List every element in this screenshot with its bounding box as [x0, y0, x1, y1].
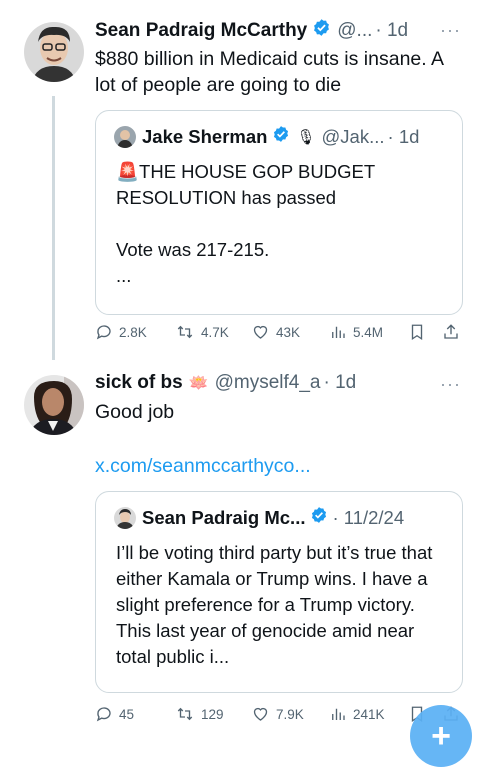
- tweet-time[interactable]: · 1d: [375, 20, 408, 42]
- reply-count: 2.8K: [119, 324, 147, 340]
- like-count: 7.9K: [276, 706, 304, 722]
- repost-count: 129: [201, 706, 224, 722]
- verified-badge-icon: [312, 18, 331, 43]
- thread-line: [52, 96, 55, 360]
- verified-badge-icon: [272, 125, 290, 148]
- tweet-header: Sean Padraig McCarthy @... · 1d: [95, 18, 408, 43]
- quoted-tweet-time: · 11/2/24: [332, 506, 405, 528]
- tweet-1[interactable]: Sean Padraig McCarthy @... · 1d ··· $880…: [0, 0, 485, 360]
- compose-button[interactable]: +: [410, 705, 472, 767]
- tweet-text: Good job: [95, 401, 175, 423]
- like-count: 43K: [276, 324, 301, 340]
- more-options-icon[interactable]: ···: [440, 374, 461, 395]
- tweet-link[interactable]: x.com/seanmccarthyco...: [95, 455, 311, 478]
- repost-button[interactable]: 129: [175, 705, 224, 723]
- quoted-author-handle: @Jak...: [321, 125, 385, 147]
- view-count: 5.4M: [353, 324, 384, 340]
- views-button[interactable]: 5.4M: [329, 323, 383, 341]
- repost-icon: [177, 325, 193, 339]
- quoted-author-avatar: [114, 125, 136, 148]
- microphone-icon: 🎙: [296, 128, 316, 146]
- quoted-author-avatar: [114, 506, 136, 529]
- quoted-tweet-text: 🚨THE HOUSE GOP BUDGET RESOLUTION has pas…: [116, 161, 375, 286]
- tweet-2[interactable]: sick of bs 🪷 @myself4_a · 1d ··· Good jo…: [0, 360, 485, 750]
- author-name[interactable]: Sean Padraig McCarthy: [95, 20, 307, 42]
- heart-icon: [253, 707, 268, 721]
- tweet-header: sick of bs 🪷 @myself4_a · 1d: [95, 372, 356, 394]
- views-button[interactable]: 241K: [329, 705, 385, 723]
- heart-icon: [253, 325, 268, 339]
- reply-icon: [96, 325, 111, 340]
- like-button[interactable]: 7.9K: [251, 705, 304, 723]
- quoted-tweet[interactable]: Sean Padraig Mc... · 11/2/24 I’ll be vot…: [95, 491, 463, 693]
- view-count: 241K: [353, 706, 385, 722]
- quoted-tweet-text: I’ll be voting third party but it’s true…: [116, 542, 433, 667]
- share-icon: [444, 324, 458, 339]
- share-button[interactable]: [442, 323, 466, 341]
- repost-button[interactable]: 4.7K: [175, 323, 229, 341]
- author-handle[interactable]: @...: [337, 20, 372, 42]
- author-avatar[interactable]: [24, 22, 84, 82]
- quoted-tweet-time: · 1d: [387, 125, 420, 147]
- quoted-tweet[interactable]: Jake Sherman 🎙 @Jak... · 1d 🚨THE HOUSE G…: [95, 110, 463, 315]
- author-handle[interactable]: @myself4_a: [215, 372, 321, 394]
- more-options-icon[interactable]: ···: [440, 20, 461, 41]
- repost-icon: [177, 707, 193, 721]
- quoted-author-name: Sean Padraig Mc...: [142, 506, 306, 528]
- tweet-actions: 2.8K 4.7K 43K 5.4M: [95, 323, 465, 347]
- views-icon: [332, 708, 345, 720]
- quoted-tweet-header: Sean Padraig Mc... · 11/2/24: [114, 506, 404, 529]
- author-name[interactable]: sick of bs: [95, 372, 183, 394]
- lotus-icon: 🪷: [188, 375, 209, 392]
- views-icon: [332, 326, 345, 338]
- tweet-time[interactable]: · 1d: [323, 372, 356, 394]
- reply-button[interactable]: 2.8K: [95, 323, 147, 341]
- like-button[interactable]: 43K: [251, 323, 300, 341]
- reply-icon: [96, 707, 111, 722]
- author-avatar[interactable]: [24, 375, 84, 435]
- quoted-tweet-header: Jake Sherman 🎙 @Jak... · 1d: [114, 125, 419, 148]
- tweet-actions: 45 129 7.9K 241K: [95, 705, 465, 729]
- reply-button[interactable]: 45: [95, 705, 134, 723]
- bookmark-button[interactable]: [408, 323, 432, 341]
- quoted-author-name: Jake Sherman: [142, 125, 268, 147]
- bookmark-icon: [411, 324, 423, 341]
- reply-count: 45: [119, 706, 135, 722]
- tweet-text: $880 billion in Medicaid cuts is insane.…: [95, 48, 443, 96]
- repost-count: 4.7K: [201, 324, 229, 340]
- verified-badge-icon: [310, 506, 328, 529]
